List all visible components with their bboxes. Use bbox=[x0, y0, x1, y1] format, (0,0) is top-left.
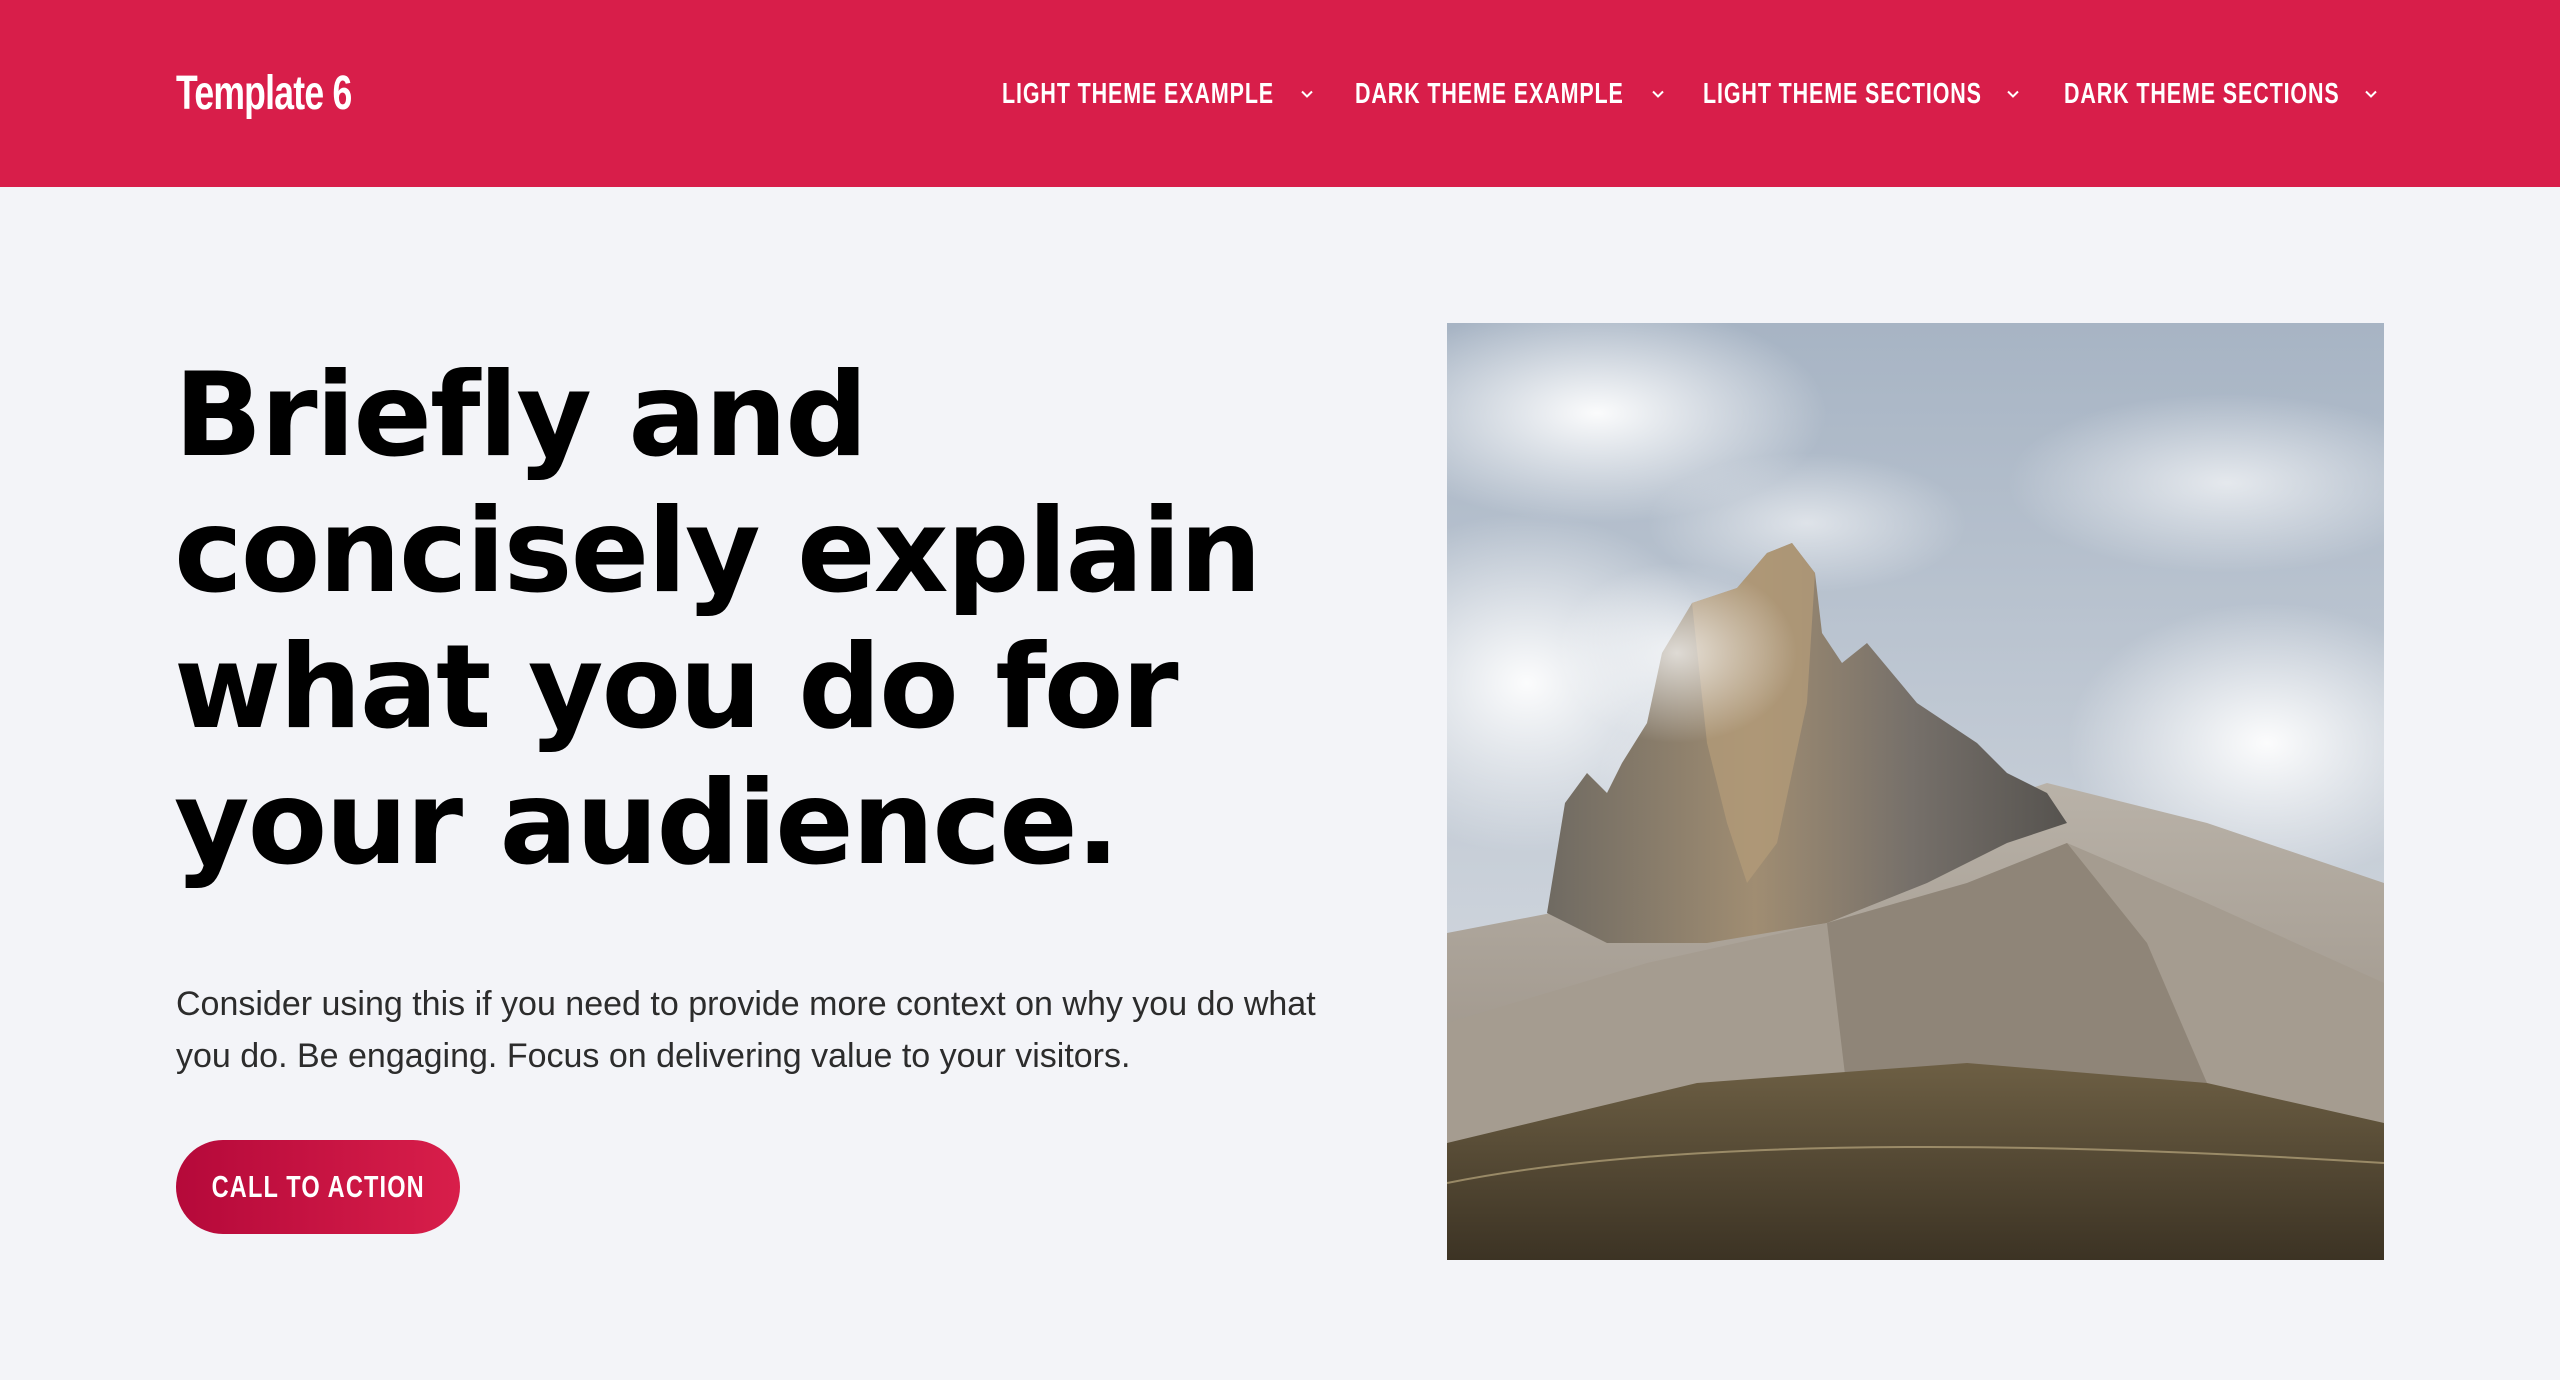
mountain-photo bbox=[1447, 323, 2384, 1260]
nav-dark-theme-example[interactable]: DARK THEME EXAMPLE bbox=[1355, 74, 1665, 114]
nav-dark-theme-sections[interactable]: DARK THEME SECTIONS bbox=[2064, 74, 2378, 114]
nav-light-theme-example[interactable]: LIGHT THEME EXAMPLE bbox=[1002, 74, 1314, 114]
hero-headline: Briefly and concisely explain what you d… bbox=[174, 348, 1262, 891]
site-logo[interactable]: Template 6 bbox=[176, 64, 352, 124]
chevron-down-icon bbox=[2364, 87, 2378, 101]
cta-label: CALL TO ACTION bbox=[211, 1169, 425, 1204]
nav-label: DARK THEME SECTIONS bbox=[2064, 77, 2340, 110]
nav-label: LIGHT THEME SECTIONS bbox=[1703, 77, 1982, 110]
chevron-down-icon bbox=[1300, 87, 1314, 101]
nav-label: DARK THEME EXAMPLE bbox=[1355, 77, 1624, 110]
chevron-down-icon bbox=[1651, 87, 1665, 101]
site-header: Template 6 LIGHT THEME EXAMPLE DARK THEM… bbox=[0, 0, 2560, 187]
nav-label: LIGHT THEME EXAMPLE bbox=[1002, 77, 1275, 110]
chevron-down-icon bbox=[2006, 87, 2020, 101]
nav-light-theme-sections[interactable]: LIGHT THEME SECTIONS bbox=[1703, 74, 2020, 114]
call-to-action-button[interactable]: CALL TO ACTION bbox=[176, 1140, 460, 1234]
hero-description: Consider using this if you need to provi… bbox=[176, 985, 1316, 1075]
